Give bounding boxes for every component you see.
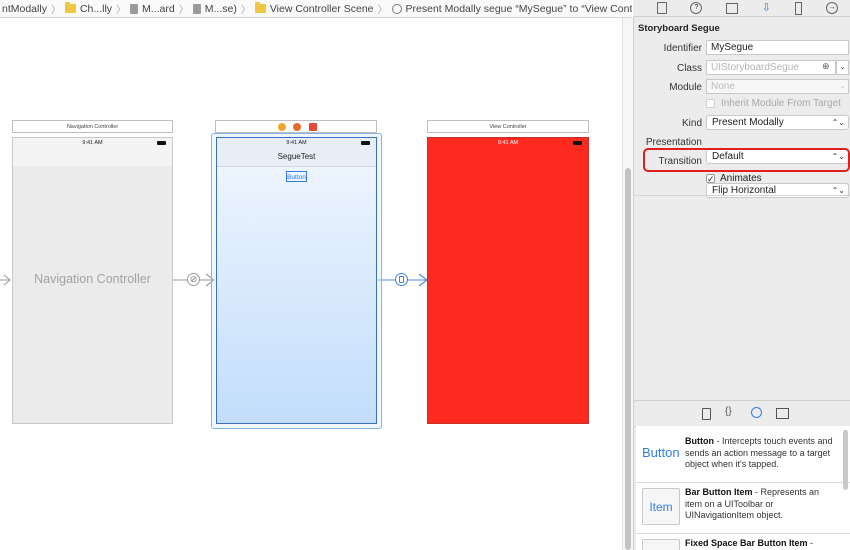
breadcrumb-item-segue[interactable]: Present Modally segue “MySegue” to “View…	[390, 3, 632, 15]
canvas-scrollbar[interactable]	[622, 18, 633, 550]
class-label: Class	[676, 63, 702, 74]
connections-inspector-icon[interactable]: →	[826, 2, 839, 14]
code-snippet-library-icon[interactable]: {}	[725, 406, 732, 417]
file-inspector-icon[interactable]	[656, 2, 667, 14]
chevron-right-icon: 〉	[116, 5, 127, 16]
first-responder-icon[interactable]	[293, 123, 301, 131]
present-modally-segue-icon[interactable]	[395, 273, 408, 286]
animates-label: Animates	[720, 173, 762, 184]
size-inspector-icon[interactable]	[795, 1, 803, 15]
bar-button-item-library-icon: Item	[642, 488, 680, 525]
module-label: Module	[669, 82, 702, 93]
segue-test-view-controller-scene[interactable]: 9:41 AM SegueTest Button	[216, 137, 377, 424]
exit-icon[interactable]	[309, 123, 317, 131]
identifier-label: Identifier	[663, 43, 702, 54]
breadcrumb-item-project[interactable]: ntModally	[0, 3, 49, 15]
help-icon[interactable]: ?	[690, 2, 703, 14]
relationship-segue-icon[interactable]: ⊘	[187, 273, 200, 286]
storyboard-file-icon	[192, 3, 201, 14]
chevron-right-icon: 〉	[50, 5, 61, 16]
attributes-inspector-icon[interactable]: ⇩	[762, 2, 772, 14]
nav-scene-title[interactable]: Navigation Controller	[12, 120, 173, 133]
breadcrumb: ntModally 〉 Ch...lly 〉 M...ard 〉 M...se)…	[0, 0, 632, 18]
chevron-right-icon: 〉	[377, 5, 388, 16]
updown-arrows-icon: ⌃⌄	[831, 118, 845, 127]
battery-icon	[573, 141, 582, 145]
class-dropdown-button[interactable]: ⌄	[836, 60, 849, 75]
kind-label: Kind	[681, 118, 702, 129]
segue-icon	[391, 3, 402, 14]
library-item-name: Bar Button Item	[685, 487, 753, 497]
class-field[interactable]: UIStoryboardSegue	[706, 60, 836, 75]
status-bar: 9:41 AM	[13, 138, 172, 166]
inherit-module-label: Inherit Module From Target	[721, 98, 841, 109]
inspector-toolbar: ? ⇩ →	[633, 0, 850, 17]
battery-icon	[361, 141, 370, 145]
module-dropdown-icon: ⌄	[839, 83, 846, 90]
presentation-label: Presentation	[645, 137, 702, 148]
folder-icon	[254, 2, 266, 13]
section-title: Storyboard Segue	[638, 23, 720, 34]
animates-checkbox[interactable]: ✓	[706, 174, 715, 184]
scrollbar-thumb[interactable]	[625, 168, 631, 550]
button-library-icon: Button	[642, 445, 680, 460]
library-item-fixed-space[interactable]: Fixed Space Bar Button Item -	[636, 534, 850, 550]
identifier-field[interactable]: MySegue	[706, 40, 849, 55]
kind-popup[interactable]: Present Modally ⌃⌄	[706, 115, 849, 130]
object-library-icon[interactable]	[751, 407, 762, 418]
divider	[634, 195, 850, 196]
button-element[interactable]: Button	[286, 171, 307, 182]
library-item-button[interactable]: Button Button - Intercepts touch events …	[636, 426, 850, 483]
library-item-description: -	[807, 538, 814, 548]
transition-label: Transition	[658, 156, 702, 167]
identity-inspector-icon[interactable]	[726, 2, 739, 14]
inherit-module-checkbox[interactable]	[706, 99, 715, 108]
status-bar: 9:41 AM	[217, 138, 376, 148]
breadcrumb-item-storyboard[interactable]: M...ard	[128, 3, 177, 15]
breadcrumb-item-group[interactable]: Ch...lly	[63, 2, 114, 15]
fixed-space-library-icon	[642, 539, 680, 550]
media-library-icon[interactable]	[776, 408, 789, 419]
library-item-name: Button	[685, 436, 714, 446]
library-scrollbar-thumb[interactable]	[843, 430, 848, 490]
library-item-name: Fixed Space Bar Button Item	[685, 538, 808, 548]
scene-dock[interactable]	[215, 120, 377, 133]
navigation-bar-title: SegueTest	[217, 148, 376, 167]
file-template-library-icon[interactable]	[702, 408, 711, 420]
breadcrumb-item-storyboard-base[interactable]: M...se)	[191, 3, 239, 15]
view-controller-icon[interactable]	[278, 123, 286, 131]
storyboard-file-icon	[130, 3, 139, 14]
status-bar: 9:41 AM	[428, 138, 588, 148]
module-field[interactable]: None	[706, 79, 849, 94]
chevron-right-icon: 〉	[178, 5, 189, 16]
breadcrumb-item-scene[interactable]: View Controller Scene	[253, 2, 376, 15]
library-item-bar-button-item[interactable]: Item Bar Button Item - Represents an ite…	[636, 483, 850, 534]
folder-icon	[64, 2, 76, 13]
chevron-right-icon: 〉	[240, 5, 251, 16]
vc-scene-title[interactable]: View Controller	[427, 120, 589, 133]
library-toolbar: {}	[634, 400, 850, 427]
go-to-class-icon[interactable]: ⊕	[822, 61, 830, 72]
battery-icon	[157, 141, 166, 145]
view-controller-scene[interactable]: 9:41 AM	[427, 137, 589, 424]
